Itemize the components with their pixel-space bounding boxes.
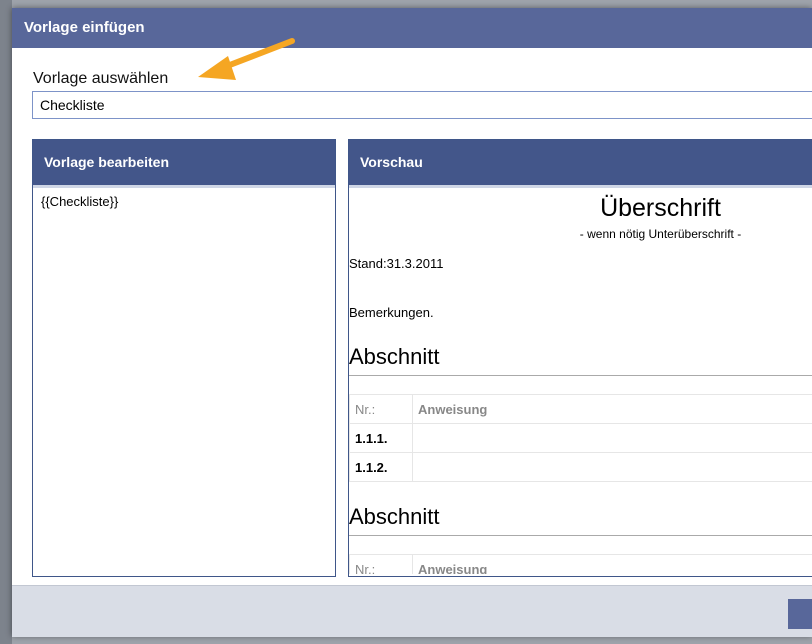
dialog-title: Vorlage einfügen bbox=[24, 19, 145, 36]
column-header-nr: Nr.: bbox=[349, 554, 413, 574]
column-header-nr: Nr.: bbox=[349, 394, 413, 424]
row-number: 1.1.1. bbox=[349, 423, 413, 453]
column-header-instruction: Anweisung bbox=[412, 554, 812, 574]
dialog-titlebar: Vorlage einfügen bbox=[12, 8, 812, 48]
template-search-input[interactable] bbox=[32, 91, 812, 119]
template-select-label: Vorlage auswählen bbox=[33, 70, 169, 87]
table-header-row: Nr.: Anweisung bbox=[349, 394, 812, 424]
preview-panel: Vorschau Überschrift - wenn nötig Unterü… bbox=[348, 139, 812, 577]
edit-template-panel: Vorlage bearbeiten {{Checkliste}} bbox=[32, 139, 336, 577]
table-row: 1.1.1. bbox=[349, 423, 812, 453]
template-editor[interactable]: {{Checkliste}} bbox=[33, 188, 335, 215]
preview-section-title: Abschnitt bbox=[349, 504, 812, 536]
dialog-footer bbox=[12, 585, 812, 637]
preview-section-table: Nr.: Anweisung 1.1.1. 1.1.2. bbox=[349, 394, 812, 482]
preview-section-title: Abschnitt bbox=[349, 344, 812, 376]
row-instruction bbox=[412, 452, 812, 482]
background-page-strip bbox=[0, 0, 12, 644]
row-instruction bbox=[412, 423, 812, 453]
preview-panel-header: Vorschau bbox=[349, 140, 812, 188]
table-row: 1.1.2. bbox=[349, 452, 812, 482]
preview-section-table: Nr.: Anweisung bbox=[349, 554, 812, 574]
edit-panel-header: Vorlage bearbeiten bbox=[33, 140, 335, 188]
table-header-row: Nr.: Anweisung bbox=[349, 554, 812, 574]
insert-template-dialog: Vorlage einfügen Vorlage auswählen Vorla… bbox=[12, 8, 812, 637]
preview-remarks: Bemerkungen. bbox=[349, 305, 434, 320]
preview-subheading: - wenn nötig Unterüberschrift - bbox=[579, 227, 742, 241]
preview-stand-date: Stand:31.3.2011 bbox=[349, 256, 444, 271]
column-header-instruction: Anweisung bbox=[412, 394, 812, 424]
row-number: 1.1.2. bbox=[349, 452, 413, 482]
preview-heading: Überschrift bbox=[600, 194, 721, 222]
preview-content: Überschrift - wenn nötig Unterüberschrif… bbox=[349, 188, 812, 574]
dialog-action-button[interactable] bbox=[788, 599, 812, 629]
